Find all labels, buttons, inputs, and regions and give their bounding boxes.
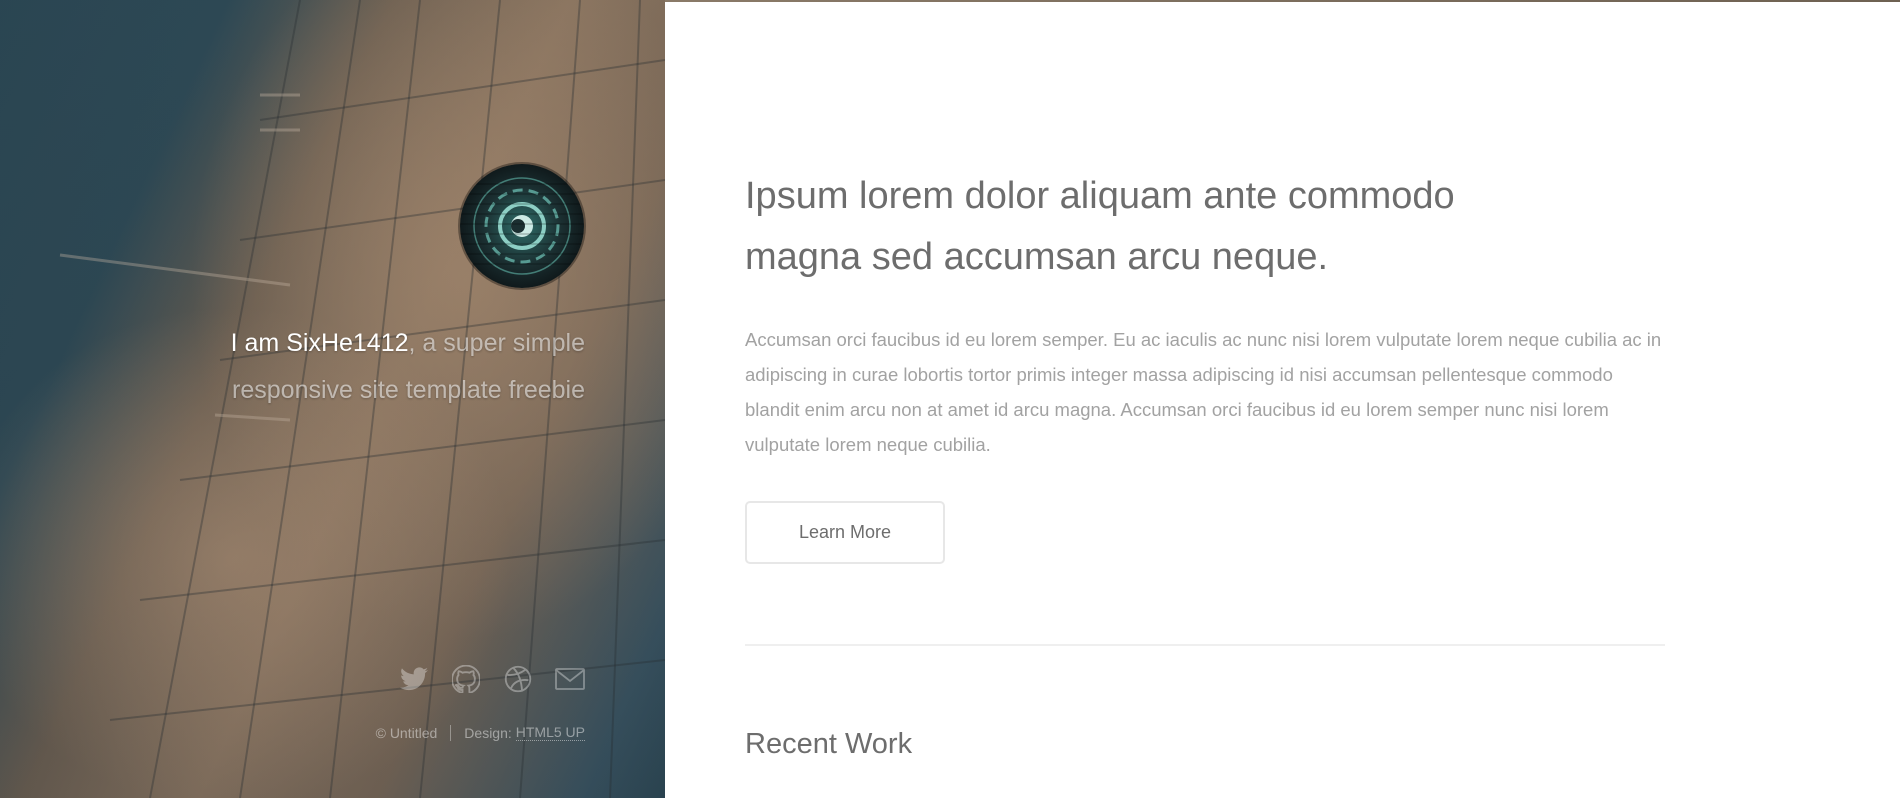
copyright-text: © Untitled bbox=[375, 724, 438, 741]
learn-more-button[interactable]: Learn More bbox=[745, 501, 945, 564]
intro-prefix: I am bbox=[230, 329, 287, 357]
design-credit-label: Design: bbox=[464, 724, 512, 741]
author-name: SixHe1412 bbox=[286, 329, 409, 357]
twitter-icon[interactable] bbox=[399, 664, 429, 694]
intro-text: I am SixHe1412, a super simple responsiv… bbox=[125, 320, 585, 414]
page-headline: Ipsum lorem dolor aliquam ante commodo m… bbox=[745, 175, 1455, 278]
copyright-bar: © Untitled Design: HTML5 UP bbox=[376, 724, 585, 741]
avatar bbox=[460, 164, 584, 288]
github-icon[interactable] bbox=[451, 664, 481, 694]
section-divider bbox=[745, 644, 1665, 646]
dribbble-icon[interactable] bbox=[503, 664, 533, 694]
copyright-divider bbox=[450, 724, 452, 741]
social-icons bbox=[399, 664, 585, 694]
envelope-icon[interactable] bbox=[555, 664, 585, 694]
design-credit-link[interactable]: HTML5 UP bbox=[515, 724, 585, 741]
recent-work-heading: Recent Work bbox=[745, 728, 913, 760]
main-content: Ipsum lorem dolor aliquam ante commodo m… bbox=[745, 0, 1665, 798]
sidebar-header: I am SixHe1412, a super simple responsiv… bbox=[0, 0, 665, 798]
intro-paragraph: Accumsan orci faucibus id eu lorem sempe… bbox=[745, 329, 1662, 455]
